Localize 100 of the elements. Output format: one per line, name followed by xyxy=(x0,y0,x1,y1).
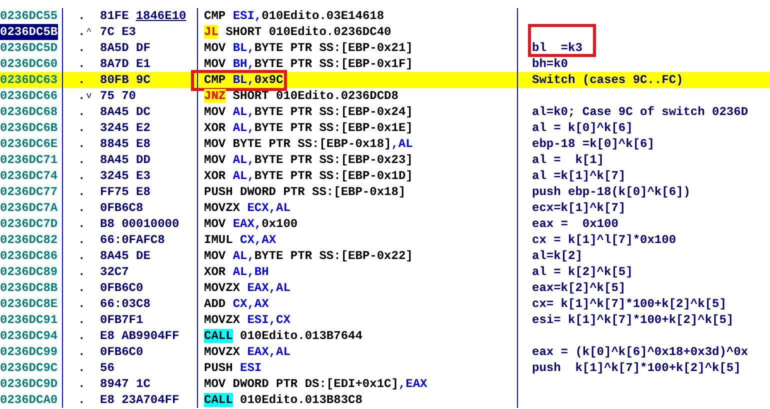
comment-text: al = k[1] xyxy=(532,152,604,168)
disassembly-line: CMP ESI,010Edito.03E14618 xyxy=(204,8,384,24)
address-cell[interactable]: 0236DC8E xyxy=(0,296,58,312)
jump-arrow: v xyxy=(86,92,92,100)
hex-bytes: 75 70 xyxy=(100,88,136,104)
comment-text: push ebp-18(k[0]^k[6]) xyxy=(532,184,690,200)
disassembly-line: MOVZX EAX,AL xyxy=(204,280,290,296)
dot-marker: . xyxy=(78,280,86,296)
dot-marker: . xyxy=(78,264,86,280)
disassembly-line: MOV AL,BYTE PTR SS:[EBP-0x22] xyxy=(204,248,413,264)
hex-bytes: E8 23A704FF xyxy=(100,392,180,408)
address-cell[interactable]: 0236DC9D xyxy=(0,376,58,392)
dot-marker: . xyxy=(78,200,86,216)
disassembly-line: MOVZX ECX,AL xyxy=(204,200,290,216)
address-cell[interactable]: 0236DC63 xyxy=(0,72,58,88)
dot-marker: . xyxy=(78,88,86,104)
hex-bytes: 8A7D E1 xyxy=(100,56,150,72)
address-cell[interactable]: 0236DC82 xyxy=(0,232,58,248)
jump-arrow: ^ xyxy=(86,28,92,36)
address-cell[interactable]: 0236DC94 xyxy=(0,328,58,344)
comment-text: ecx=k[1]^k[7] xyxy=(532,200,626,216)
dot-marker: . xyxy=(78,216,86,232)
address-cell[interactable]: 0236DC86 xyxy=(0,248,58,264)
dot-marker: . xyxy=(78,152,86,168)
hex-bytes: 0FB7F1 xyxy=(100,312,144,328)
hex-bytes: FF75 E8 xyxy=(100,184,150,200)
dot-marker: . xyxy=(78,312,86,328)
disassembly-line: PUSH ESI xyxy=(204,360,262,376)
address-cell[interactable]: 0236DC7A xyxy=(0,200,58,216)
hex-bytes: 66:0FAFC8 xyxy=(100,232,165,248)
address-cell[interactable]: 0236DC5D xyxy=(0,40,58,56)
dot-marker: . xyxy=(78,232,86,248)
disassembly-line: CALL 010Edito.013B83C8 xyxy=(204,392,362,408)
address-cell[interactable]: 0236DC60 xyxy=(0,56,58,72)
comment-text: eax = 0x100 xyxy=(532,216,618,232)
dot-marker: . xyxy=(78,24,86,40)
dot-marker: . xyxy=(78,376,86,392)
disassembly-line: XOR AL,BYTE PTR SS:[EBP-0x1E] xyxy=(204,120,413,136)
dot-marker: . xyxy=(78,328,86,344)
dot-marker: . xyxy=(78,168,86,184)
address-cell[interactable]: 0236DC6B xyxy=(0,120,58,136)
hex-bytes: 8A45 DD xyxy=(100,152,150,168)
hex-bytes: 81FE xyxy=(100,8,129,24)
disassembly-line: ADD CX,AX xyxy=(204,296,269,312)
disassembly-line: MOV BL,BYTE PTR SS:[EBP-0x21] xyxy=(204,40,413,56)
comment-text: bl =k3 xyxy=(532,40,582,56)
dot-marker: . xyxy=(78,40,86,56)
disassembly-line: MOV BH,BYTE PTR SS:[EBP-0x1F] xyxy=(204,56,413,72)
hex-bytes: E8 AB9904FF xyxy=(100,328,180,344)
address-cell[interactable]: 0236DCA0 xyxy=(0,392,58,408)
hex-bytes: 3245 E3 xyxy=(100,168,150,184)
address-cell[interactable]: 0236DC71 xyxy=(0,152,58,168)
comment-text: bh=k0 xyxy=(532,56,568,72)
disassembly-line: JNZ SHORT 010Edito.0236DCD8 xyxy=(204,88,398,104)
disassembly-line: MOV BYTE PTR SS:[EBP-0x18],AL xyxy=(204,136,413,152)
address-cell[interactable]: 0236DC99 xyxy=(0,344,58,360)
address-cell[interactable]: 0236DC9C xyxy=(0,360,58,376)
hex-bytes: 8845 E8 xyxy=(100,136,150,152)
comment-text: eax=k[2]^k[5] xyxy=(532,280,626,296)
comment-text: al =k[1]^k[7] xyxy=(532,168,626,184)
address-cell[interactable]: 0236DC55 xyxy=(0,8,58,24)
address-cell[interactable]: 0236DC66 xyxy=(0,88,58,104)
disassembly-line: MOVZX ESI,CX xyxy=(204,312,290,328)
hex-bytes: 8A45 DC xyxy=(100,104,150,120)
address-cell[interactable]: 0236DC91 xyxy=(0,312,58,328)
address-cell[interactable]: 0236DC74 xyxy=(0,168,58,184)
address-cell[interactable]: 0236DC6E xyxy=(0,136,58,152)
address-cell[interactable]: 0236DC7D xyxy=(0,216,58,232)
hex-bytes: 0FB6C0 xyxy=(100,280,144,296)
address-cell[interactable]: 0236DC68 xyxy=(0,104,58,120)
comment-text: Switch (cases 9C..FC) xyxy=(532,72,684,88)
disassembly-line: MOV DWORD PTR DS:[EDI+0x1C],EAX xyxy=(204,376,428,392)
hex-bytes: 8A45 DE xyxy=(100,248,150,264)
hex-bytes: 8A5D DF xyxy=(100,40,150,56)
dot-marker: . xyxy=(78,8,86,24)
dot-marker: . xyxy=(78,104,86,120)
disassembly-line: MOVZX EAX,AL xyxy=(204,344,290,360)
hex-bytes: B8 00010000 xyxy=(100,216,180,232)
hex-bytes: 8947 1C xyxy=(100,376,150,392)
disassembly-line: MOV AL,BYTE PTR SS:[EBP-0x23] xyxy=(204,152,413,168)
dot-marker: . xyxy=(78,136,86,152)
dot-marker: . xyxy=(78,296,86,312)
dot-marker: . xyxy=(78,248,86,264)
comment-text: eax = (k[0]^k[6]^0x18+0x3d)^0x xyxy=(532,344,748,360)
hex-bytes: 0FB6C0 xyxy=(100,344,144,360)
comment-text: esi= k[1]^k[7]*100+k[2]^k[5] xyxy=(532,312,734,328)
fixup-bytes: 1846E10 xyxy=(136,8,186,24)
hex-bytes: 66:03C8 xyxy=(100,296,150,312)
address-cell[interactable]: 0236DC89 xyxy=(0,264,58,280)
disassembly-line: CALL 010Edito.013B7644 xyxy=(204,328,362,344)
address-cell[interactable]: 0236DC5B xyxy=(0,24,58,40)
disassembly-line: IMUL CX,AX xyxy=(204,232,276,248)
comment-text: al = k[2]^k[5] xyxy=(532,264,633,280)
comment-text: cx = k[1]^l[7]*0x100 xyxy=(532,232,676,248)
hex-bytes: 80FB 9C xyxy=(100,72,150,88)
address-cell[interactable]: 0236DC77 xyxy=(0,184,58,200)
address-cell[interactable]: 0236DC8B xyxy=(0,280,58,296)
comment-text: ebp-18 =k[0]^k[6] xyxy=(532,136,654,152)
dot-marker: . xyxy=(78,344,86,360)
hex-bytes: 3245 E2 xyxy=(100,120,150,136)
